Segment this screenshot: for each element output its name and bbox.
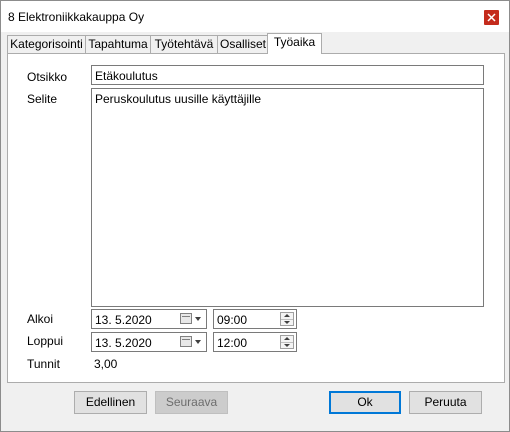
chevron-down-icon[interactable] (195, 317, 201, 321)
selite-textarea[interactable]: Peruskoulutus uusille käyttäjille (91, 88, 484, 307)
selite-label: Selite (27, 92, 58, 106)
alkoi-time-field[interactable]: 09:00 (213, 309, 297, 329)
tunnit-label: Tunnit (27, 357, 60, 371)
calendar-icon[interactable] (180, 336, 192, 347)
tab-osalliset[interactable]: Osalliset (217, 35, 269, 53)
close-icon (487, 13, 496, 22)
close-button[interactable] (484, 10, 499, 25)
loppui-time-field[interactable]: 12:00 (213, 332, 297, 352)
spin-divider (281, 342, 293, 343)
spin-up-icon[interactable] (284, 314, 290, 317)
otsikko-field[interactable]: Etäkoulutus (91, 65, 484, 85)
cancel-button[interactable]: Peruuta (409, 391, 482, 414)
alkoi-label: Alkoi (27, 312, 54, 326)
next-button[interactable]: Seuraava (155, 391, 228, 414)
loppui-time-value: 12:00 (217, 336, 248, 350)
tab-tyotehtava[interactable]: Työtehtävä (150, 35, 218, 53)
loppui-date-picker[interactable]: 13. 5.2020 (91, 332, 207, 352)
previous-button[interactable]: Edellinen (74, 391, 147, 414)
window-title: 8 Elektroniikkakauppa Oy (8, 10, 145, 24)
loppui-date-value: 13. 5.2020 (95, 336, 152, 350)
tunnit-value: 3,00 (94, 357, 118, 371)
tab-tapahtuma[interactable]: Tapahtuma (85, 35, 151, 53)
selite-value: Peruskoulutus uusille käyttäjille (95, 92, 262, 106)
title-bar: 8 Elektroniikkakauppa Oy (1, 1, 509, 32)
otsikko-label: Otsikko (27, 70, 68, 84)
loppui-time-spinner[interactable] (280, 335, 294, 349)
alkoi-date-picker[interactable]: 13. 5.2020 (91, 309, 207, 329)
tab-panel-tyoaika: Otsikko Etäkoulutus Selite Peruskoulutus… (7, 53, 505, 383)
alkoi-time-spinner[interactable] (280, 312, 294, 326)
spin-divider (281, 319, 293, 320)
spin-down-icon[interactable] (284, 321, 290, 324)
loppui-label: Loppui (27, 334, 64, 348)
alkoi-date-value: 13. 5.2020 (95, 313, 152, 327)
spin-down-icon[interactable] (284, 344, 290, 347)
otsikko-value: Etäkoulutus (95, 69, 158, 83)
spin-up-icon[interactable] (284, 337, 290, 340)
tab-kategorisointi[interactable]: Kategorisointi (7, 35, 86, 53)
calendar-icon[interactable] (180, 313, 192, 324)
alkoi-time-value: 09:00 (217, 313, 248, 327)
chevron-down-icon[interactable] (195, 340, 201, 344)
tab-tyoaika[interactable]: Työaika (267, 33, 322, 54)
ok-button[interactable]: Ok (329, 391, 401, 414)
dialog-window: 8 Elektroniikkakauppa Oy Kategorisointi … (0, 0, 510, 432)
